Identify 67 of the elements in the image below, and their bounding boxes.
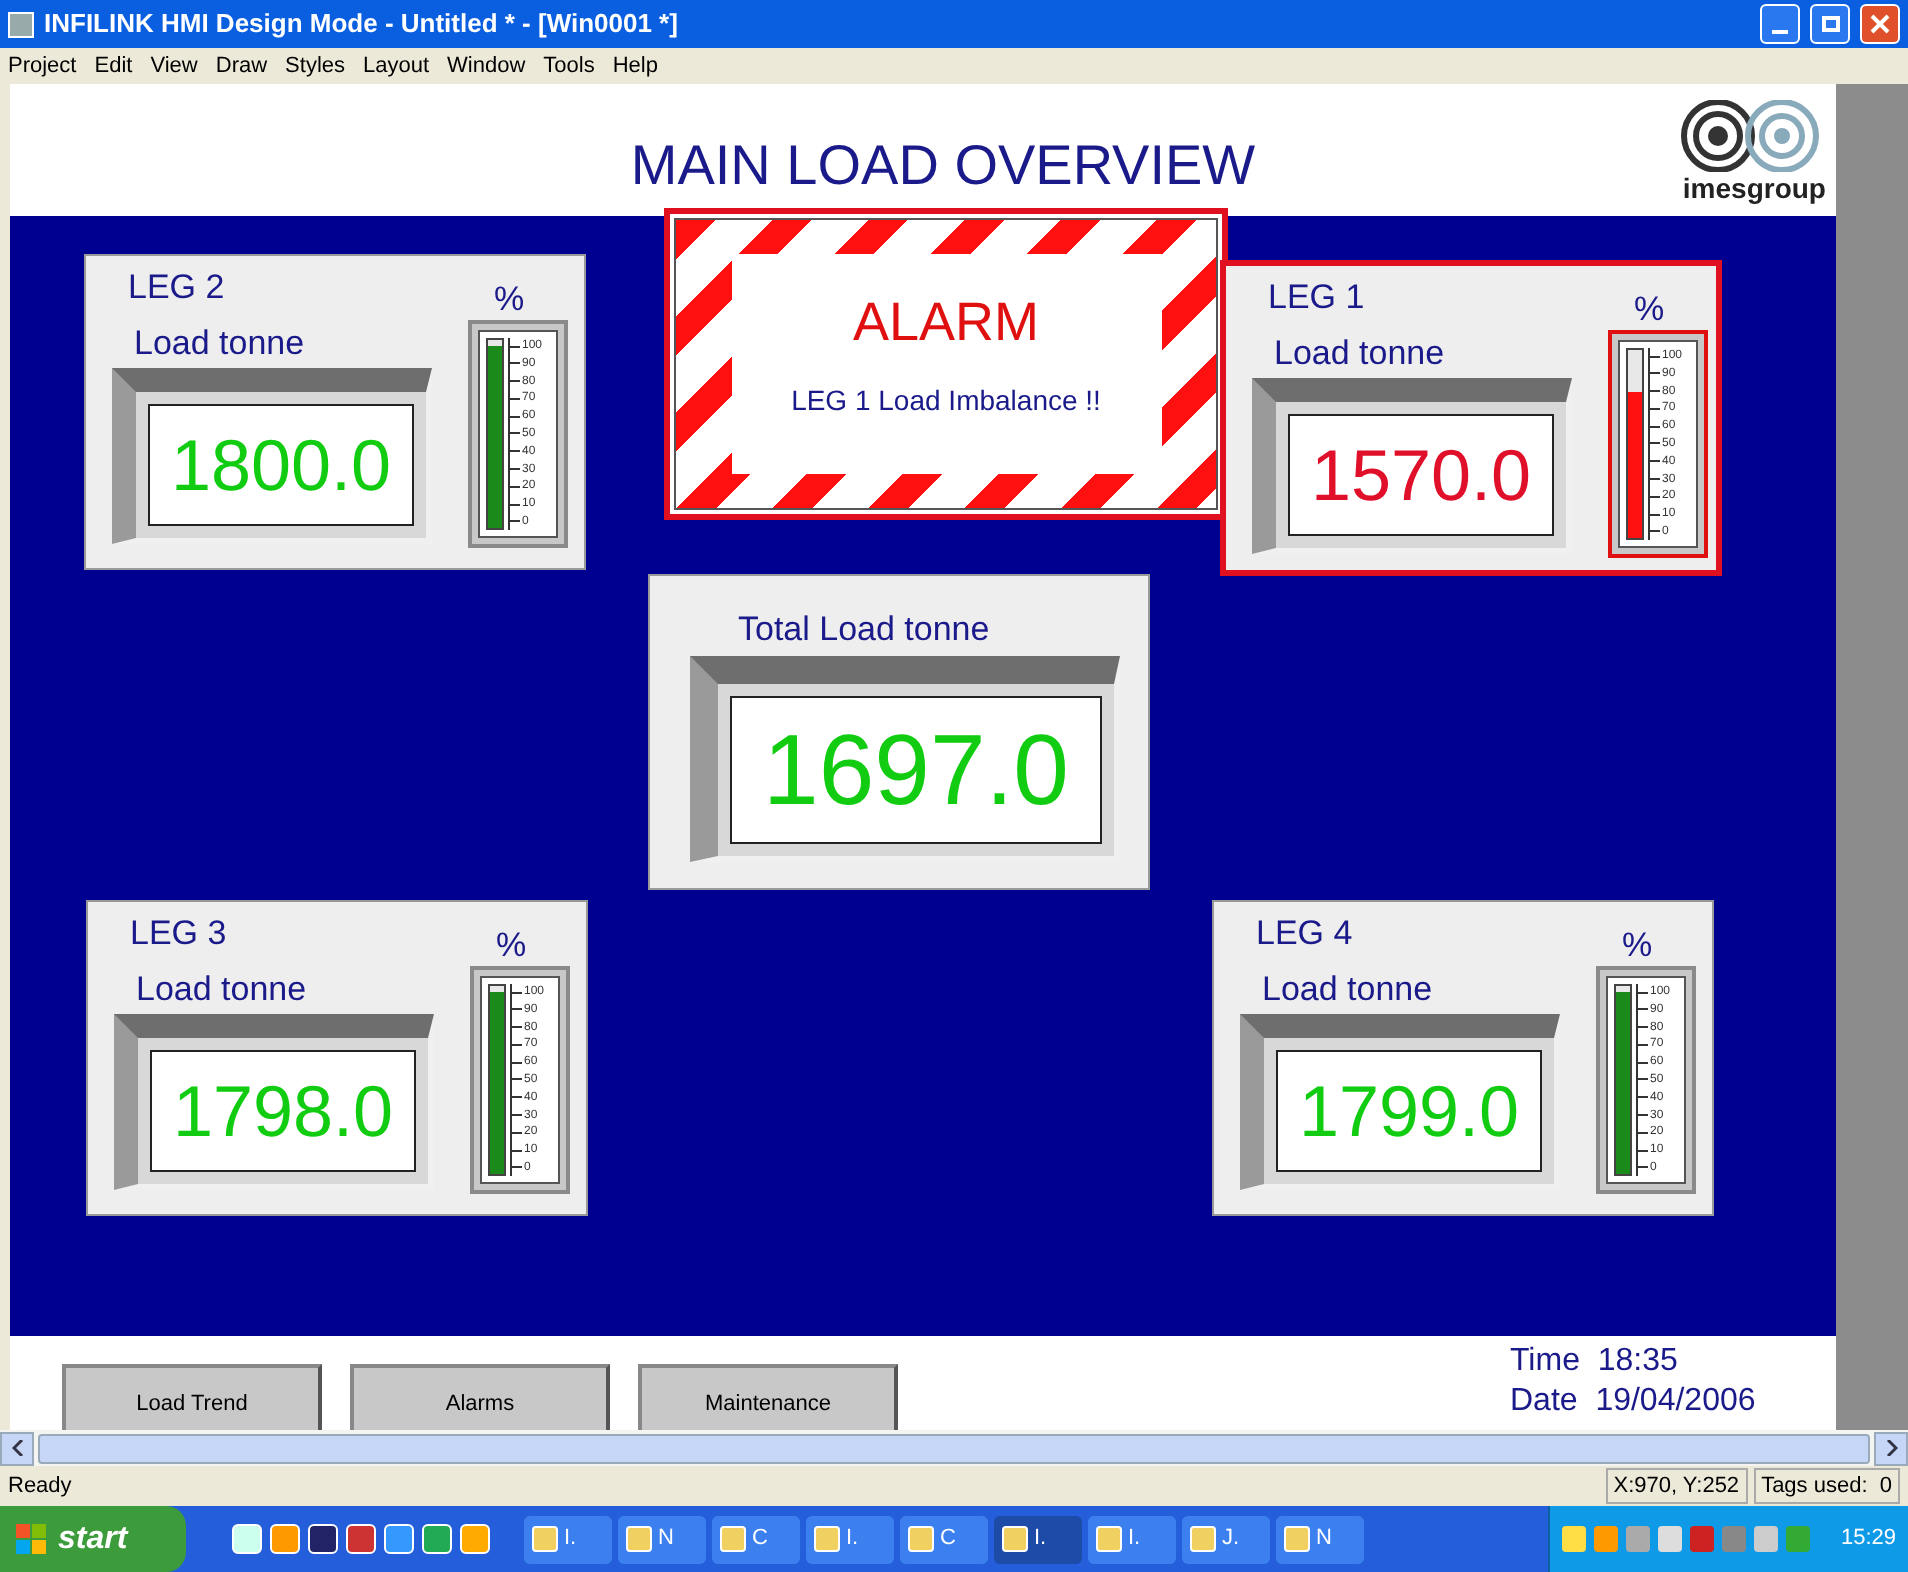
tags-used-text: Tags used: 0 [1753,1467,1900,1505]
logo-text: imesgroup [1682,172,1826,204]
close-icon [1870,14,1890,34]
load-label: Load tonne [136,968,307,1012]
load-label: Load tonne [134,322,305,366]
load-value: 1570.0 [1310,439,1532,511]
menu-item[interactable]: Help [612,49,658,83]
leg-title: LEG 1 [1268,276,1365,320]
menu-item[interactable]: Window [447,49,526,83]
taskbar-task[interactable]: N [618,1515,706,1563]
restore-button[interactable] [1810,4,1850,44]
total-label: Total Load tonne [738,608,990,652]
menu-item[interactable]: Layout [363,49,430,83]
menu-item[interactable]: Project [8,49,77,83]
menu-item[interactable]: Edit [94,49,133,83]
unit-label: % [1634,288,1665,332]
leg-title: LEG 2 [128,266,225,310]
load-value: 1800.0 [170,429,392,501]
taskbar-task[interactable]: J. [1182,1515,1270,1563]
unit-label: % [1622,924,1653,968]
task-icon [1096,1526,1122,1552]
leg-title: LEG 3 [130,912,227,956]
task-icon [1190,1526,1216,1552]
task-icon [1002,1526,1028,1552]
leg-title: LEG 4 [1256,912,1353,956]
taskbar-task[interactable]: I. [806,1515,894,1563]
taskbar-task[interactable]: I. [994,1515,1082,1563]
taskbar-task[interactable]: I. [524,1515,612,1563]
load-label: Load tonne [1262,968,1433,1012]
unit-label: % [494,278,525,322]
close-button[interactable] [1860,4,1900,44]
quick-launch-icon[interactable] [308,1524,338,1554]
task-icon [908,1526,934,1552]
taskbar-task[interactable]: N [1276,1515,1364,1563]
load-value: 1697.0 [763,720,1069,820]
menu-item[interactable]: Draw [215,49,268,83]
alarm-message: LEG 1 Load Imbalance !! [791,381,1101,419]
load-label: Load tonne [1274,332,1445,376]
app-icon [8,11,34,37]
time-text: Time 18:35 [1510,1342,1680,1382]
task-icon [720,1526,746,1552]
minimize-button[interactable] [1760,4,1800,44]
task-icon [1284,1526,1310,1552]
nav-button[interactable]: Alarms [350,1364,610,1430]
menu-item[interactable]: Tools [543,49,595,83]
window-title: INFILINK HMI Design Mode - Untitled * - [Win0001 *] [44,6,680,43]
load-value: 1799.0 [1298,1075,1520,1147]
taskbar-task[interactable]: C [712,1515,800,1563]
coordinates-text: X:970, Y:252 [1605,1467,1748,1505]
unit-label: % [496,924,527,968]
taskbar-task[interactable]: C [900,1515,988,1563]
taskbar-task[interactable]: I. [1088,1515,1176,1563]
status-text: Ready [8,1471,74,1502]
task-icon [532,1526,558,1552]
task-icon [814,1526,840,1552]
menu-item[interactable]: Styles [285,49,346,83]
horizontal-scrollbar[interactable] [0,1430,1908,1466]
load-value: 1798.0 [172,1075,394,1147]
task-icon [626,1526,652,1552]
alarm-title: ALARM [852,290,1040,356]
menu-item[interactable]: View [150,49,198,83]
tray-clock: 15:29 [1840,1524,1896,1555]
nav-button[interactable]: Maintenance [638,1364,898,1430]
date-text: Date 19/04/2006 [1510,1382,1756,1422]
screen-title: MAIN LOAD OVERVIEW [630,132,1256,200]
nav-button[interactable]: Load Trend [62,1364,322,1430]
windows-logo-icon [16,1523,48,1555]
